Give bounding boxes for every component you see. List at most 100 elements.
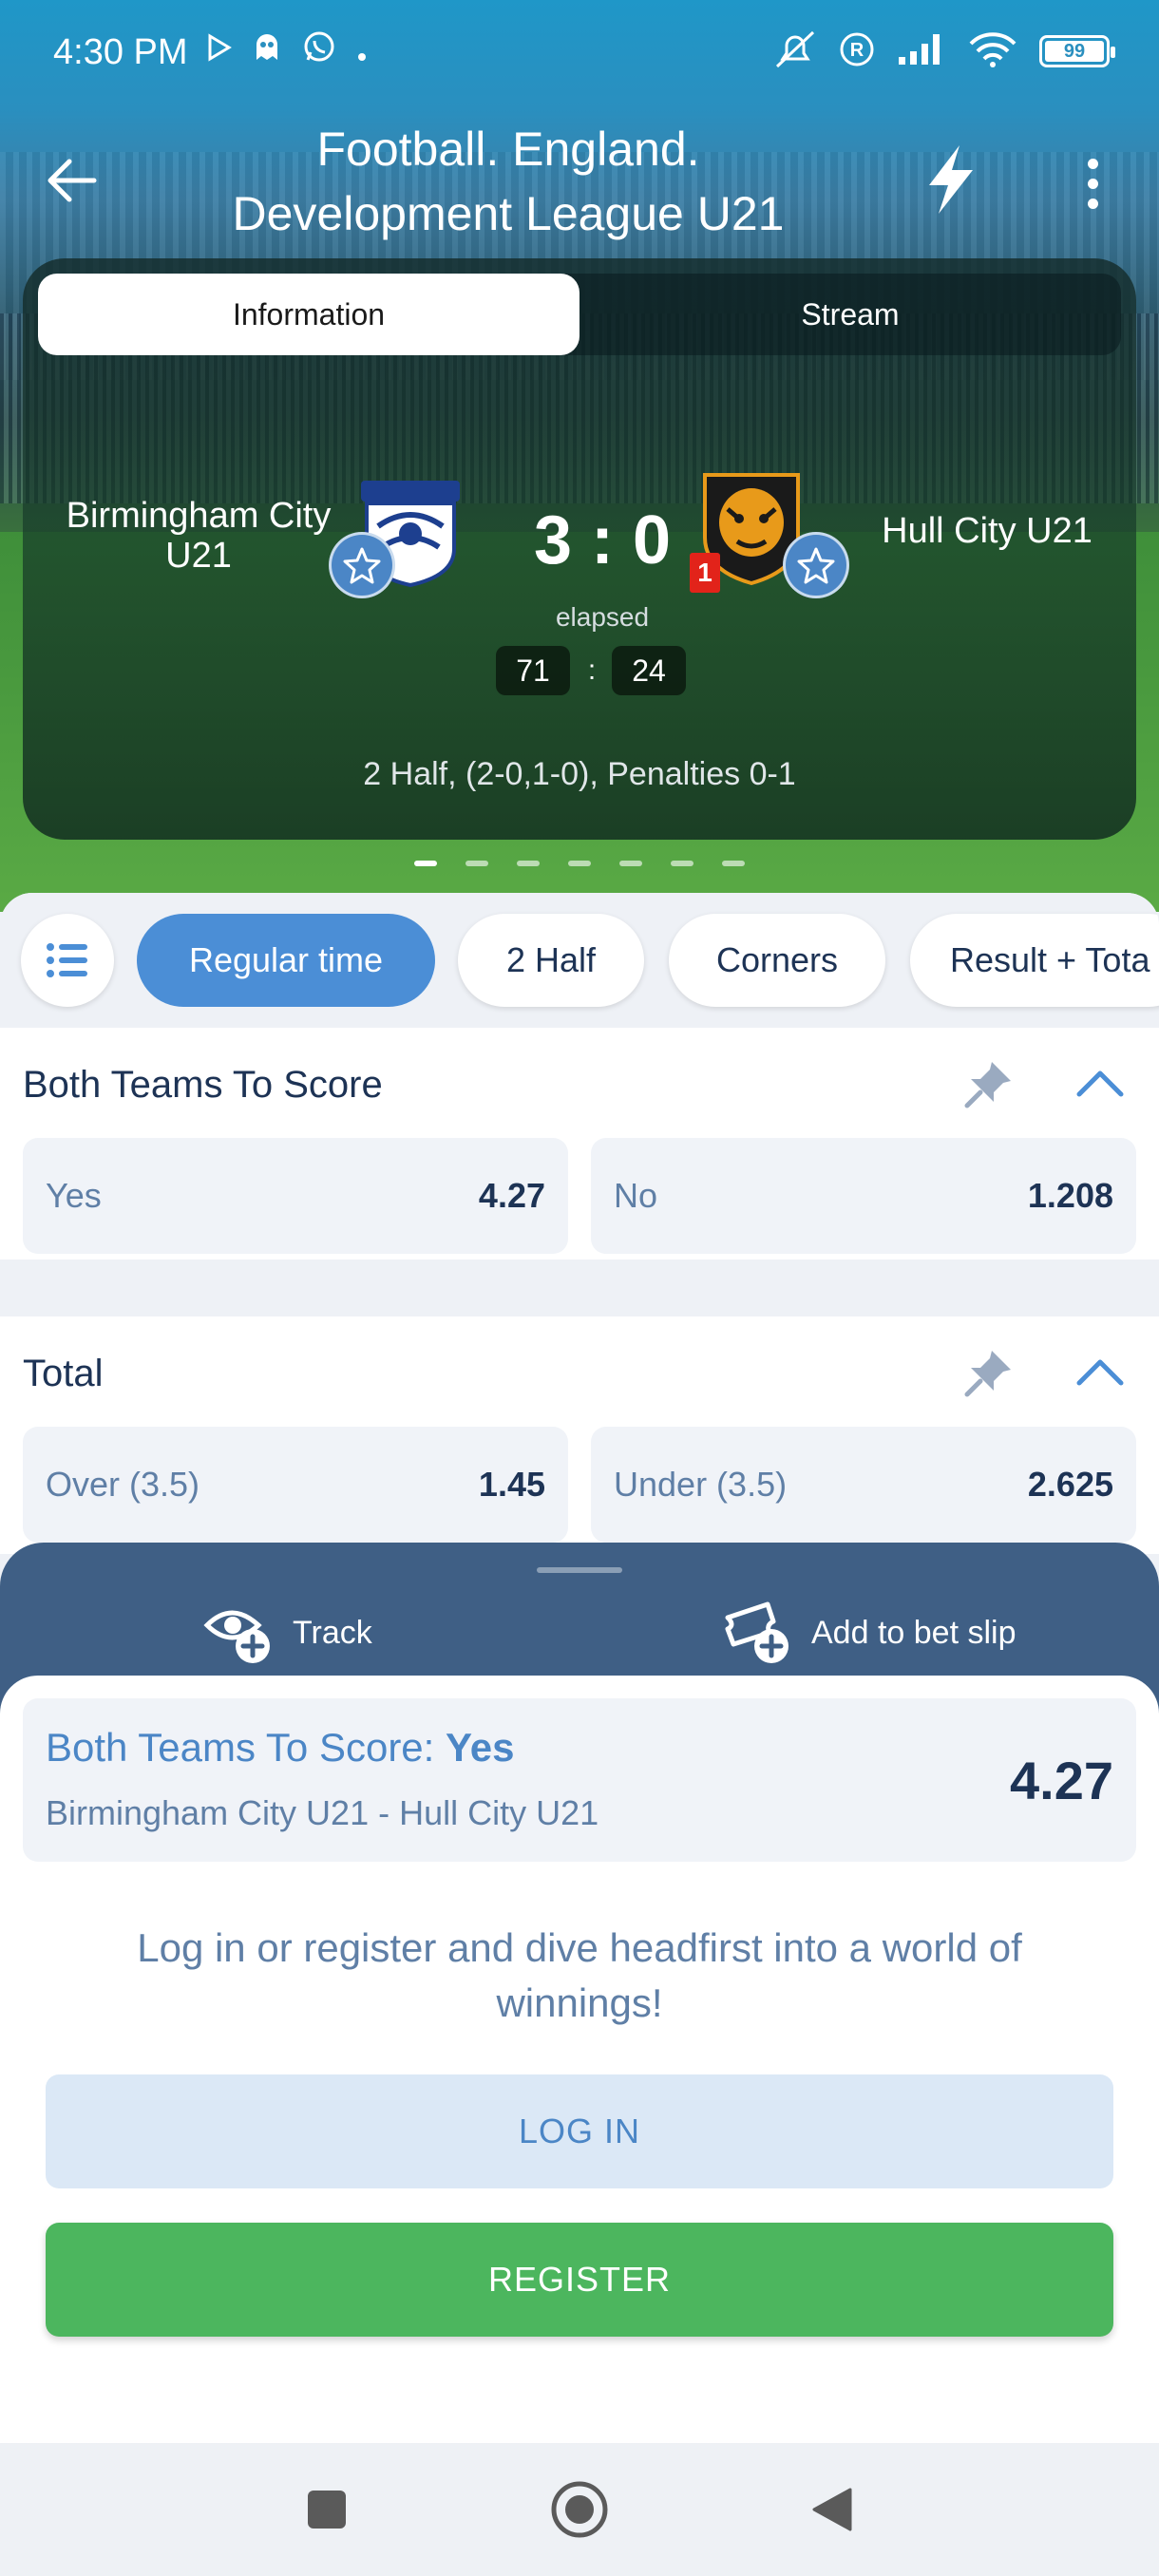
sheet-body: Both Teams To Score: Yes Birmingham City… [0, 1676, 1159, 2443]
selected-bet-card: Both Teams To Score: Yes Birmingham City… [23, 1698, 1136, 1862]
favorite-away-button[interactable] [783, 532, 849, 598]
ghost-icon [253, 30, 281, 72]
chip-regular-time[interactable]: Regular time [137, 914, 435, 1007]
pin-icon [964, 1062, 1011, 1108]
red-card-badge: 1 [690, 553, 720, 593]
login-button[interactable]: LOG IN [46, 2074, 1113, 2188]
mute-icon [773, 28, 817, 75]
match-card: Information Stream Birmingham City U21 3… [23, 258, 1136, 840]
dot-icon [357, 30, 367, 72]
clock-separator: : [587, 654, 597, 686]
track-label: Track [293, 1614, 372, 1651]
selected-market-name: Both Teams To Score: [46, 1725, 446, 1770]
elapsed-label: elapsed [555, 602, 650, 632]
svg-text:R: R [850, 40, 864, 61]
add-to-bet-slip-label: Add to bet slip [811, 1614, 1016, 1651]
chip-2-half[interactable]: 2 Half [458, 914, 644, 1007]
info-stream-switch: Information Stream [38, 274, 1121, 355]
period-info: 2 Half, (2-0,1-0), Penalties 0-1 [363, 756, 796, 792]
odd-label: Under (3.5) [614, 1465, 788, 1504]
match-score: 3 : 0 [533, 502, 672, 578]
odd-button-no[interactable]: No 1.208 [591, 1138, 1136, 1254]
track-button[interactable]: Track [203, 1590, 372, 1676]
back-button[interactable] [38, 147, 104, 214]
whatsapp-icon [302, 29, 336, 74]
bet-bottom-sheet: Track Add to bet slip Both Teams To Scor… [0, 1543, 1159, 2443]
market-title: Total [23, 1353, 104, 1394]
clock-minutes: 71 [496, 646, 570, 695]
collapse-button[interactable] [1072, 1056, 1129, 1113]
track-eye-plus-icon [203, 1610, 270, 1663]
battery-level: 99 [1045, 41, 1104, 62]
signal-icon [897, 32, 946, 71]
system-nav-bar [0, 2443, 1159, 2576]
sheet-drag-handle[interactable] [537, 1567, 622, 1573]
market-both-teams-to-score: Both Teams To Score Yes 4.27 No 1.208 [0, 1028, 1159, 1260]
quick-bet-button[interactable] [922, 143, 988, 219]
page-dot[interactable] [722, 861, 745, 866]
selected-event: Birmingham City U21 - Hull City U21 [46, 1793, 599, 1832]
market-title: Both Teams To Score [23, 1064, 383, 1106]
pin-icon [964, 1351, 1011, 1397]
page-dot[interactable] [414, 861, 437, 866]
status-time: 4:30 PM [53, 32, 188, 72]
status-bar: 4:30 PM R 99 [0, 0, 1159, 106]
selected-odd: 4.27 [1010, 1751, 1113, 1810]
market-filters: Regular time 2 Half Corners Result + Tot… [0, 893, 1159, 1028]
tab-stream[interactable]: Stream [580, 274, 1121, 355]
odd-value: 4.27 [478, 1176, 545, 1215]
app-header: Football. England. Development League U2… [0, 109, 1159, 252]
page-dot[interactable] [671, 861, 694, 866]
filter-menu-button[interactable] [21, 914, 114, 1007]
register-button[interactable]: REGISTER [46, 2223, 1113, 2337]
odd-value: 1.45 [478, 1465, 545, 1504]
match-hero: 4:30 PM R 99 Football. England. Developm… [0, 0, 1159, 912]
odd-button-under[interactable]: Under (3.5) 2.625 [591, 1427, 1136, 1543]
chip-corners[interactable]: Corners [669, 914, 885, 1007]
pin-button[interactable] [960, 1056, 1016, 1113]
odd-button-over[interactable]: Over (3.5) 1.45 [23, 1427, 568, 1543]
more-options-button[interactable] [1064, 147, 1121, 219]
chip-result-total[interactable]: Result + Tota [910, 914, 1159, 1007]
login-promo-text: Log in or register and dive headfirst in… [137, 1925, 1022, 2025]
odd-value: 2.625 [1027, 1465, 1113, 1504]
odd-label: Over (3.5) [46, 1465, 200, 1504]
page-dot[interactable] [568, 861, 591, 866]
star-icon [797, 547, 835, 584]
recents-button[interactable] [289, 2472, 365, 2548]
circle-icon [551, 2481, 608, 2538]
play-store-icon [207, 30, 232, 72]
add-to-bet-slip-button[interactable]: Add to bet slip [722, 1590, 1016, 1676]
chevron-up-icon [1076, 1359, 1124, 1386]
wifi-icon [967, 30, 1018, 73]
lightning-icon [929, 145, 973, 214]
triangle-back-icon [812, 2488, 852, 2531]
square-icon [308, 2491, 346, 2529]
odd-button-yes[interactable]: Yes 4.27 [23, 1138, 568, 1254]
list-icon [47, 943, 87, 977]
selected-outcome: Yes [446, 1725, 515, 1770]
page-title-line2: Development League U21 [232, 187, 785, 240]
star-icon [343, 547, 381, 584]
page-dot[interactable] [619, 861, 642, 866]
market-total: Total Over (3.5) 1.45 Under (3.5) 2.625 [0, 1316, 1159, 1554]
odd-label: Yes [46, 1176, 102, 1215]
away-team-name: Hull City U21 [882, 511, 1092, 551]
page-dot[interactable] [517, 861, 540, 866]
tab-information[interactable]: Information [38, 274, 580, 355]
back-nav-button[interactable] [794, 2472, 870, 2548]
ticket-plus-icon [725, 1601, 788, 1663]
page-title-line1: Football. England. [316, 123, 700, 176]
home-button[interactable] [542, 2472, 618, 2548]
favorite-home-button[interactable] [329, 532, 395, 598]
card-page-indicator [0, 861, 1159, 866]
more-vertical-icon [1087, 158, 1098, 169]
registered-icon: R [838, 30, 876, 73]
arrow-left-icon [48, 159, 97, 202]
clock-seconds: 24 [612, 646, 686, 695]
collapse-button[interactable] [1072, 1345, 1129, 1402]
odd-value: 1.208 [1027, 1176, 1113, 1215]
pin-button[interactable] [960, 1345, 1016, 1402]
page-title: Football. England. Development League U2… [190, 117, 826, 246]
page-dot[interactable] [466, 861, 488, 866]
